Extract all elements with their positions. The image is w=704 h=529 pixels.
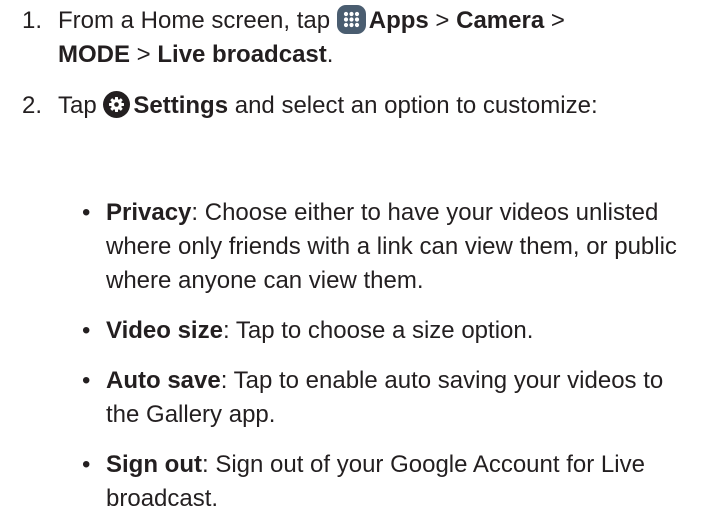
mode-label: MODE [58, 41, 130, 68]
step-number: 1. [22, 7, 43, 34]
live-broadcast-label: Live broadcast [157, 41, 327, 68]
bullet: • [82, 199, 91, 226]
bullet: • [82, 367, 91, 394]
option-text: Video size: Tap to choose a size option. [106, 314, 682, 348]
separator: > [544, 7, 565, 34]
apps-label: Apps [368, 7, 429, 34]
bullet: • [82, 317, 91, 344]
option-description: : Tap to choose a size option. [222, 317, 534, 344]
option-title: Auto save [106, 367, 221, 394]
bullet: • [82, 451, 91, 478]
camera-label: Camera [456, 7, 545, 34]
step-1-prefix: From a Home screen, tap [58, 7, 337, 34]
option-text: Auto save: Tap to enable auto saving you… [106, 364, 682, 432]
option-title: Sign out [106, 451, 202, 478]
option-description: : Choose either to have your videos unli… [106, 199, 677, 294]
separator: > [428, 7, 457, 34]
instruction-page: 1. From a Home screen, tap Apps > Camera… [0, 0, 704, 529]
separator: > [130, 41, 158, 68]
step-2-text: Tap Settings and select an option to cus… [58, 89, 684, 123]
settings-label: Settings [133, 92, 229, 119]
step-2-rest: and select an option to customize: [228, 92, 598, 119]
option-title: Privacy [106, 199, 192, 226]
step-1-text: From a Home screen, tap Apps > Camera > … [58, 4, 684, 72]
gear-icon [103, 91, 131, 118]
option-title: Video size [106, 317, 223, 344]
apps-grid-icon [336, 5, 366, 34]
option-text: Sign out: Sign out of your Google Accoun… [106, 448, 682, 516]
step-2-prefix: Tap [58, 92, 104, 119]
step-1-end: . [326, 41, 334, 68]
step-number: 2. [22, 92, 43, 119]
option-text: Privacy: Choose either to have your vide… [106, 196, 682, 298]
